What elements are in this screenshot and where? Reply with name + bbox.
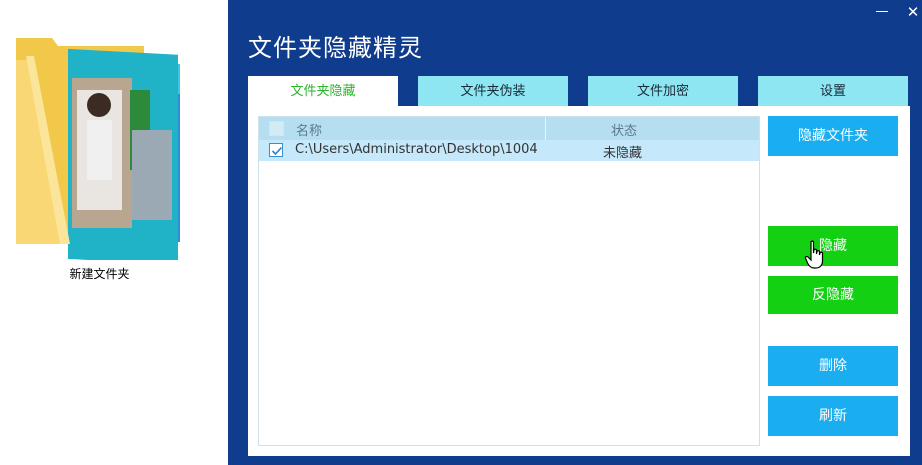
row-path: C:\Users\Administrator\Desktop\1004 [295,142,538,157]
app-window: ✕ 文件夹隐藏精灵 文件夹隐藏 文件夹伪装 文件加密 设置 名称 状态 C:\U… [228,0,922,465]
hand-pointer-icon [804,240,824,269]
tab-folder-disguise[interactable]: 文件夹伪装 [418,76,568,106]
folder-with-photos-icon [16,38,180,260]
list-item[interactable]: C:\Users\Administrator\Desktop\1004 未隐藏 [259,140,759,161]
tab-folder-hide[interactable]: 文件夹隐藏 [248,76,398,107]
close-button[interactable]: ✕ [903,0,922,24]
delete-button[interactable]: 删除 [768,346,898,386]
desktop-folder-label: 新建文件夹 [69,267,130,281]
tab-settings[interactable]: 设置 [758,76,908,106]
refresh-button[interactable]: 刷新 [768,396,898,436]
tab-file-encrypt[interactable]: 文件加密 [588,76,738,106]
minimize-button[interactable] [876,11,888,12]
hide-button[interactable]: 隐藏 [768,226,898,266]
tab-panel: 名称 状态 C:\Users\Administrator\Desktop\100… [248,106,910,456]
column-header-status[interactable]: 状态 [611,120,637,139]
hide-folder-button[interactable]: 隐藏文件夹 [768,116,898,156]
list-header: 名称 状态 [259,117,759,140]
desktop-folder-icon[interactable]: 新建文件夹 [12,30,187,290]
select-all-checkbox[interactable] [269,121,284,136]
unhide-button[interactable]: 反隐藏 [768,276,898,314]
row-checkbox[interactable] [269,143,283,157]
column-divider[interactable] [545,117,546,140]
column-header-name[interactable]: 名称 [296,120,322,139]
folder-list[interactable]: 名称 状态 C:\Users\Administrator\Desktop\100… [258,116,760,446]
row-status: 未隐藏 [603,146,643,161]
checkbox-checked-icon [271,146,283,156]
app-title: 文件夹隐藏精灵 [248,34,423,62]
